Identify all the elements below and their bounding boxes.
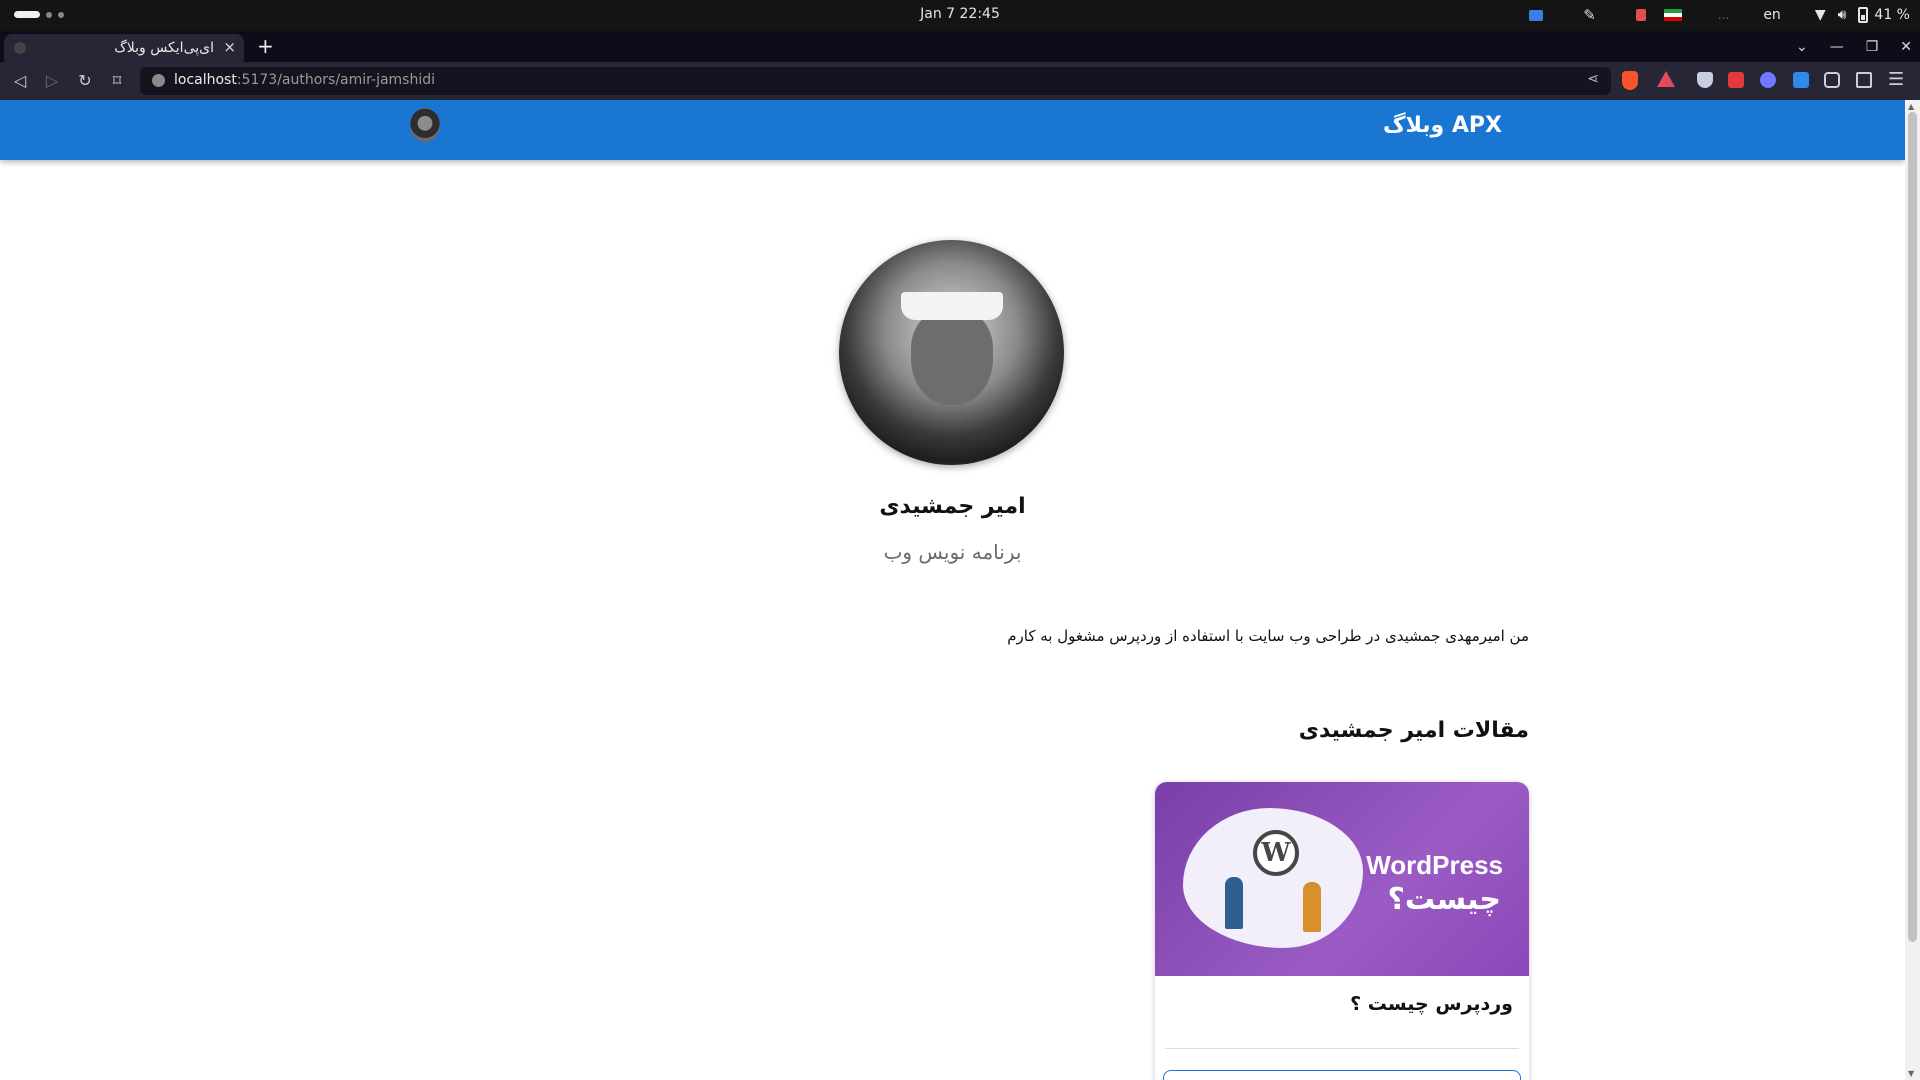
cover-text-fa: چیست؟ <box>1387 882 1501 917</box>
browser-toolbar: ◁ ▷ ↻ ⌑ localhost:5173/authors/amir-jams… <box>0 62 1920 100</box>
volume-icon[interactable]: 🔊︎ <box>1838 4 1847 26</box>
article-title[interactable]: وردپرس چیست ؟ <box>1350 993 1513 1015</box>
keyboard-language[interactable]: en <box>1763 4 1781 26</box>
site-brand-link[interactable]: APX وبلاگ <box>1383 113 1502 138</box>
page-viewport: APX وبلاگ امیر جمشیدی برنامه نویس وب من … <box>0 100 1905 1080</box>
extensions-puzzle-icon[interactable] <box>1824 72 1840 88</box>
tray-overflow[interactable]: ... <box>1718 4 1729 26</box>
brave-shields-icon[interactable] <box>1622 71 1638 90</box>
tab-close-button[interactable]: × <box>223 38 236 56</box>
extension-red-icon[interactable] <box>1728 72 1744 88</box>
site-info-icon[interactable] <box>152 74 165 87</box>
window-controls: ⌄ — ❐ ✕ <box>1796 31 1912 62</box>
download-icon[interactable] <box>1793 72 1809 88</box>
battery-icon[interactable] <box>1858 7 1869 23</box>
hamburger-menu-icon[interactable]: ☰ <box>1888 69 1904 90</box>
article-cover-image[interactable]: W WordPress چیست؟ <box>1155 782 1529 976</box>
scroll-up-arrow-icon[interactable]: ▲ <box>1908 102 1914 111</box>
screen-recorder-icon[interactable] <box>1529 9 1544 21</box>
read-more-button[interactable]: ادامه مقاله <box>1163 1070 1521 1080</box>
os-top-bar: Jan 7 22:45 ✎ ... en ▼ 🔊︎ 41 % <box>0 0 1920 31</box>
brave-rewards-icon[interactable] <box>1657 71 1675 87</box>
site-logo-icon[interactable] <box>410 108 440 142</box>
page-scrollbar[interactable]: ▲ ▼ <box>1905 100 1920 1080</box>
bookmark-icon[interactable]: ⌑ <box>105 69 129 93</box>
extension-ghost-icon[interactable] <box>1760 72 1776 88</box>
cover-illustration <box>1183 808 1363 948</box>
person-illustration <box>1225 877 1243 929</box>
forward-arrow-icon[interactable]: ▷ <box>40 69 64 93</box>
scroll-down-arrow-icon[interactable]: ▼ <box>1908 1069 1914 1078</box>
url-path: :5173/authors/amir-jamshidi <box>236 72 436 88</box>
battery-percent[interactable]: 41 % <box>1874 4 1910 26</box>
browser-tab-strip: ای‌پی‌ایکس وبلاگ × <box>0 31 1920 62</box>
tab-title: ای‌پی‌ایکس وبلاگ <box>114 40 214 56</box>
lock-icon[interactable] <box>1635 9 1646 21</box>
new-tab-button[interactable]: + <box>257 33 274 59</box>
back-arrow-icon[interactable]: ◁ <box>8 69 32 93</box>
browser-tab-active[interactable]: ای‌پی‌ایکس وبلاگ × <box>4 34 244 62</box>
wordpress-logo-icon: W <box>1253 830 1299 876</box>
sidebar-toggle-icon[interactable] <box>1856 72 1872 88</box>
app-header: APX وبلاگ <box>0 100 1905 160</box>
author-bio: من امیرمهدی جمشیدی در طراحی وب سایت با ا… <box>1007 627 1529 645</box>
author-name: امیر جمشیدی <box>879 494 1026 519</box>
tab-favicon-icon <box>14 42 26 54</box>
system-tray[interactable]: ✎ ... en ▼ 🔊︎ 41 % <box>1529 4 1910 26</box>
reload-icon[interactable]: ↻ <box>73 69 97 93</box>
iran-flag-icon[interactable] <box>1663 9 1682 21</box>
avatar-face <box>911 310 993 405</box>
close-window-button[interactable]: ✕ <box>1900 39 1912 55</box>
article-card[interactable]: W WordPress چیست؟ وردپرس چیست ؟ ادامه مق… <box>1155 782 1529 1080</box>
address-bar[interactable]: localhost:5173/authors/amir-jamshidi ⋖ <box>140 67 1611 95</box>
restore-button[interactable]: ❐ <box>1866 39 1879 55</box>
tab-list-dropdown-button[interactable]: ⌄ <box>1796 39 1808 55</box>
avatar-glasses <box>901 292 1003 320</box>
extension-shield-icon[interactable] <box>1697 72 1713 88</box>
color-picker-icon[interactable]: ✎ <box>1583 4 1596 26</box>
cover-text-en: WordPress <box>1366 850 1503 880</box>
minimize-button[interactable]: — <box>1830 39 1844 55</box>
person-illustration <box>1303 882 1321 932</box>
url-host: localhost <box>174 72 237 88</box>
scrollbar-thumb[interactable] <box>1908 112 1917 942</box>
articles-heading: مقالات امیر جمشیدی <box>1298 718 1529 743</box>
wifi-icon[interactable]: ▼ <box>1815 4 1826 26</box>
author-avatar <box>839 240 1064 465</box>
card-divider <box>1165 1048 1519 1049</box>
url-text[interactable]: localhost:5173/authors/amir-jamshidi <box>174 72 435 88</box>
author-role: برنامه نویس وب <box>883 540 1022 564</box>
share-icon[interactable]: ⋖ <box>1587 71 1599 87</box>
